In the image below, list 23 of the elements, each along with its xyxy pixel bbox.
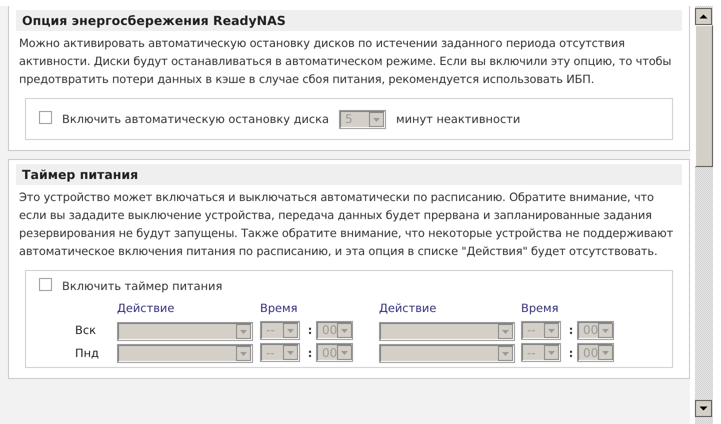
column-header: Время [260, 301, 298, 317]
checkbox-label: Включить таймер питания [62, 279, 222, 293]
time-separator: : [568, 346, 574, 360]
checkbox-label: Включить автоматическую остановку диска [62, 112, 330, 126]
checkbox[interactable] [39, 110, 52, 124]
time-separator: : [306, 323, 314, 338]
scroll-down-icon[interactable] [695, 400, 712, 417]
column-header: Действие [379, 301, 438, 317]
day-label: Вск [74, 323, 97, 338]
suffix-text: минут неактивности [396, 112, 520, 126]
section-title: Таймер питания [16, 164, 682, 185]
time-separator: : [306, 346, 314, 360]
section-title: Опция энергосбережения ReadyNAS [16, 10, 682, 31]
scroll-up-icon[interactable] [695, 8, 712, 25]
day-label: Пнд [74, 346, 100, 360]
column-header: Действие [117, 301, 176, 317]
column-header: Время [521, 301, 560, 317]
description-text: Можно активировать автоматическую остановку дисков по истечении заданного периода отсутствия активности. Диски будут останавливаться в автоматическом режиме. Если вы включили эту опцию, то чтобы предотвратить потери данных в кэше в случае сбоя питания, рекомендуется использовать ИБП. [18, 35, 672, 88]
scroll-thumb[interactable] [695, 25, 713, 167]
checkbox[interactable] [39, 278, 52, 290]
description-text: Это устройство может включаться и выключаться автоматически по расписанию. Обратите внимание, что если вы зададите выключение устройства, передача данных будет прервана и запланированные задания резервирования не будут запущены. Также обратите внимание, что некоторые устройства не поддерживают автоматическое включения питания по расписанию, и эта опция в списке "Действия" будет отсутствовать. [18, 189, 674, 260]
time-separator: : [568, 323, 574, 338]
scrollbar[interactable] [695, 6, 713, 424]
